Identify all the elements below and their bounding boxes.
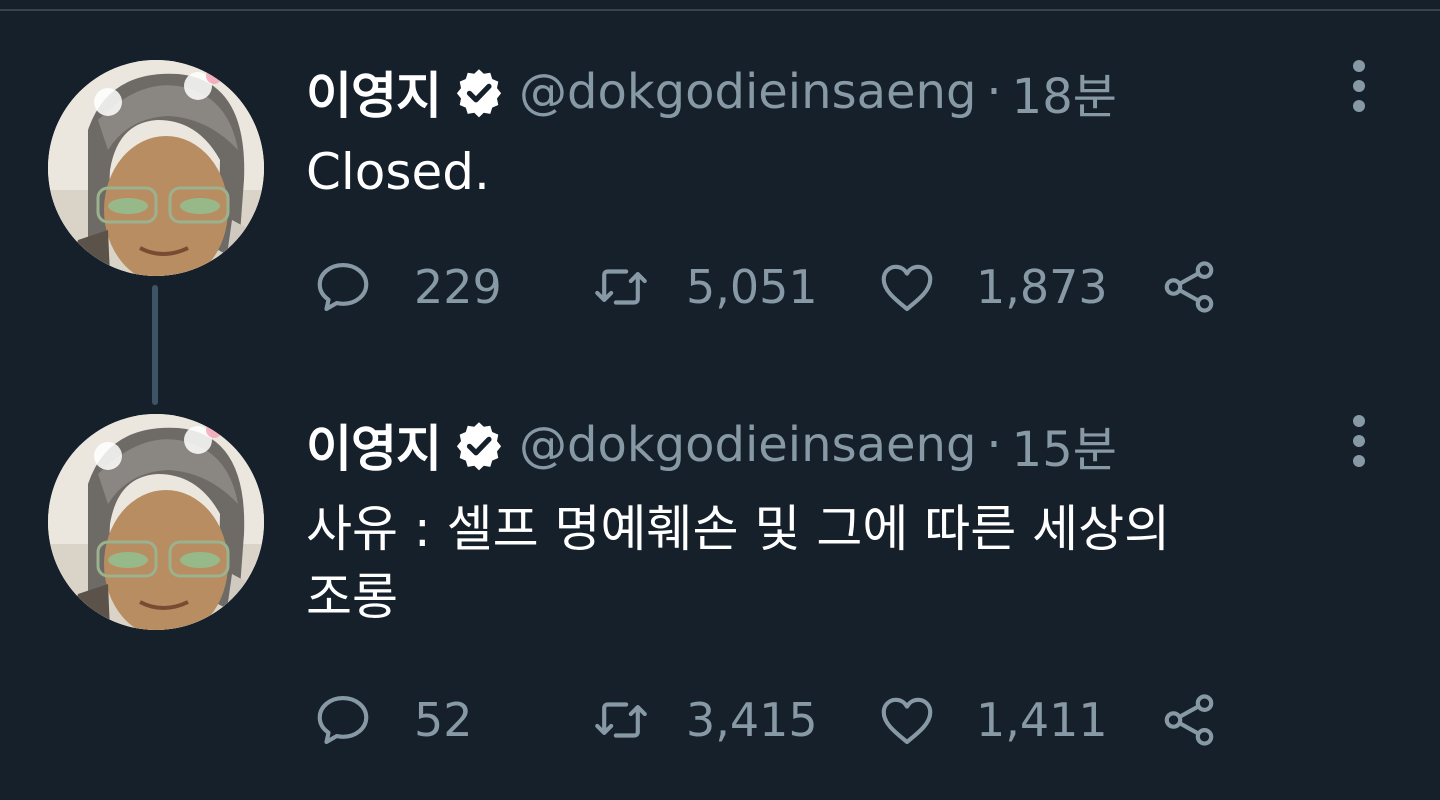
avatar[interactable] — [48, 60, 264, 276]
like-button[interactable]: 1,873 — [876, 252, 1108, 322]
reply-button[interactable]: 52 — [312, 685, 473, 755]
share-icon — [1164, 694, 1214, 746]
heart-icon — [881, 264, 933, 312]
reply-button[interactable]: 229 — [312, 252, 502, 322]
retweet-count: 3,415 — [686, 693, 818, 747]
retweet-icon — [595, 702, 647, 738]
tweet[interactable]: 이영지 @dokgodieinsaeng · 18분 Closed. 229 5… — [0, 0, 1440, 405]
share-button[interactable] — [1158, 685, 1220, 755]
user-handle[interactable]: @dokgodieinsaeng — [519, 417, 976, 473]
retweet-button[interactable]: 3,415 — [590, 685, 818, 755]
retweet-count: 5,051 — [686, 260, 818, 314]
user-handle[interactable]: @dokgodieinsaeng — [519, 64, 976, 120]
more-vertical-icon[interactable] — [1346, 60, 1372, 120]
tweet[interactable]: 이영지 @dokgodieinsaeng · 15분 사유 : 셀프 명예훼손 … — [0, 355, 1440, 800]
share-button[interactable] — [1158, 252, 1220, 322]
heart-icon — [881, 697, 933, 745]
avatar-image — [48, 60, 264, 276]
reply-count: 52 — [414, 693, 473, 747]
separator: · — [986, 417, 1002, 473]
tweet-actions: 229 5,051 1,873 — [306, 252, 1266, 322]
like-count: 1,411 — [976, 693, 1108, 747]
like-count: 1,873 — [976, 260, 1108, 314]
avatar-image — [48, 414, 264, 630]
display-name[interactable]: 이영지 — [306, 409, 442, 481]
tweet-text: Closed. — [306, 143, 490, 201]
verified-badge-icon — [456, 69, 502, 118]
more-vertical-icon[interactable] — [1346, 415, 1372, 475]
retweet-icon — [595, 269, 647, 305]
tweet-header: 이영지 @dokgodieinsaeng · 15분 — [306, 410, 1117, 480]
timestamp[interactable]: 18분 — [1012, 57, 1117, 127]
display-name[interactable]: 이영지 — [306, 56, 442, 128]
reply-icon — [317, 695, 369, 745]
avatar[interactable] — [48, 414, 264, 630]
separator: · — [986, 64, 1002, 120]
tweet-actions: 52 3,415 1,411 — [306, 685, 1266, 755]
verified-badge-icon — [456, 422, 502, 471]
reply-icon — [317, 262, 369, 312]
share-icon — [1164, 261, 1214, 313]
timestamp[interactable]: 15분 — [1012, 410, 1117, 480]
tweet-text: 사유 : 셀프 명예훼손 및 그에 따른 세상의 조롱 — [306, 500, 1171, 626]
tweet-header: 이영지 @dokgodieinsaeng · 18분 — [306, 57, 1117, 127]
like-button[interactable]: 1,411 — [876, 685, 1108, 755]
reply-count: 229 — [414, 260, 502, 314]
retweet-button[interactable]: 5,051 — [590, 252, 818, 322]
